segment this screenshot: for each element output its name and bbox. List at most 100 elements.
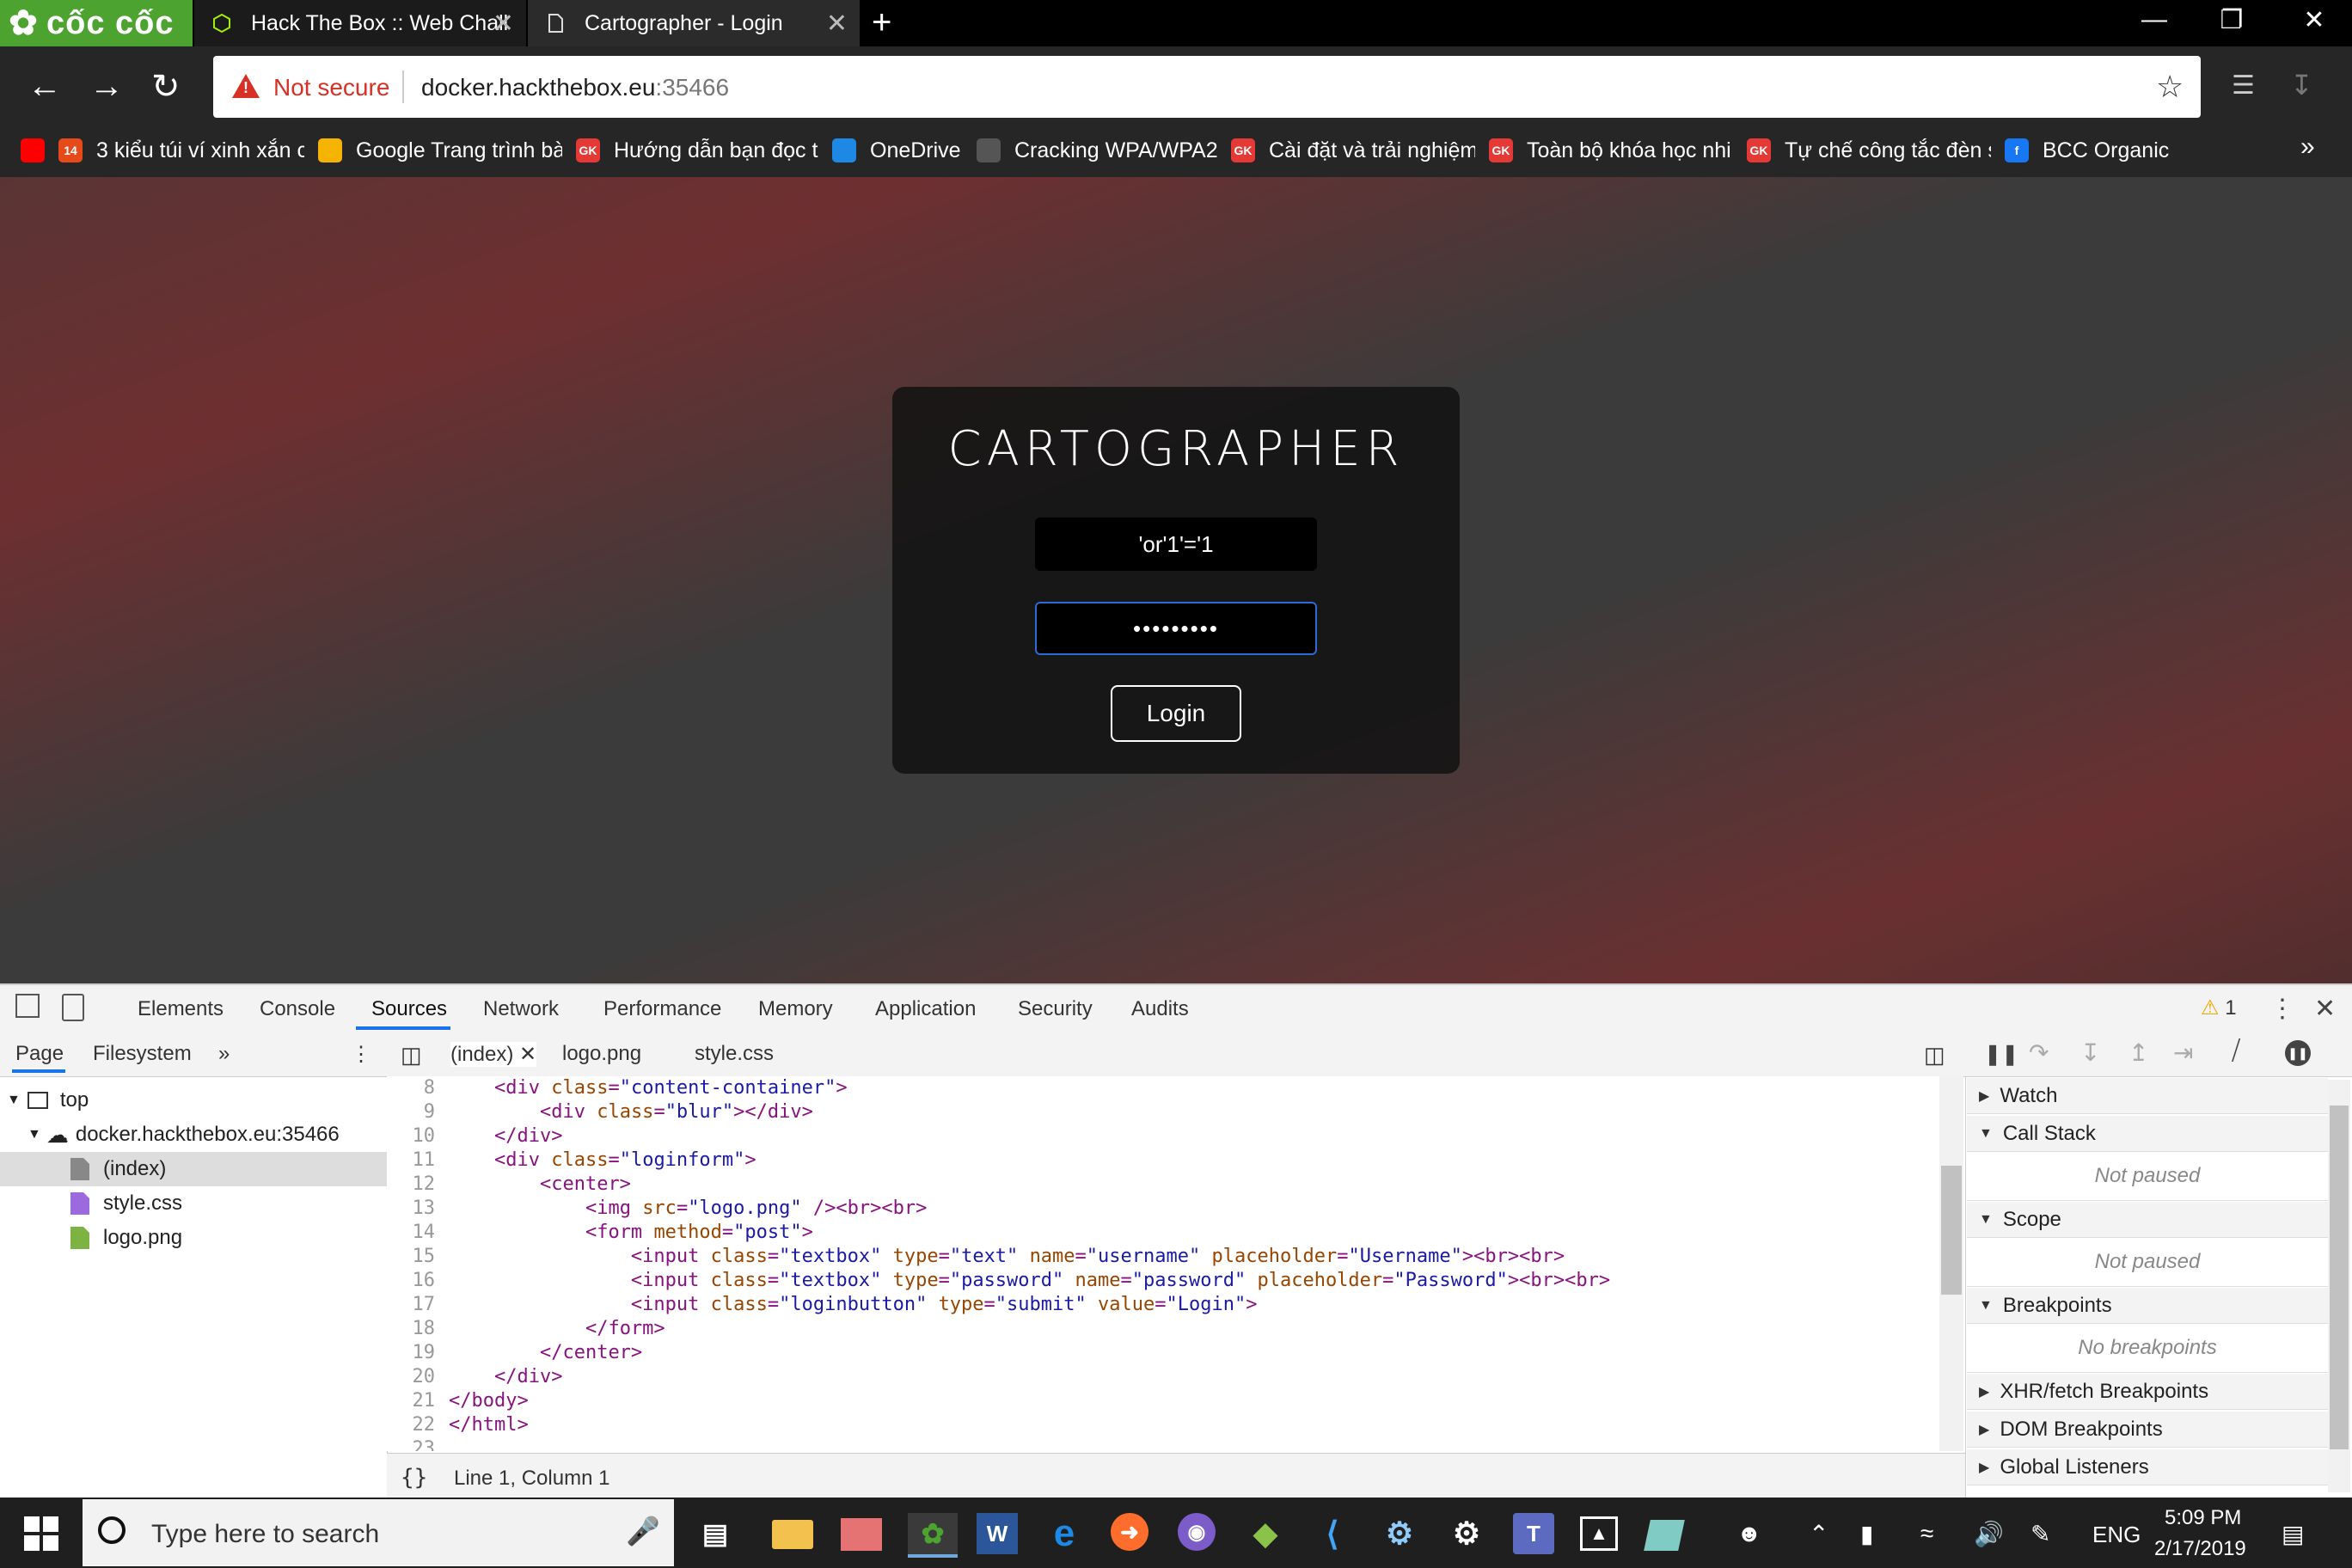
code-line[interactable]: 19 </center> (387, 1341, 1939, 1365)
code-line[interactable]: 10 </div> (387, 1124, 1939, 1148)
clock-date[interactable]: 2/17/2019 (2154, 1537, 2246, 1561)
security-indicator[interactable]: Not secure (273, 74, 389, 101)
section-global-listeners[interactable]: ▶ Global Listeners (1967, 1449, 2328, 1485)
line-number[interactable]: 12 (387, 1173, 436, 1197)
devtools-tab-audits[interactable]: Audits (1131, 997, 1189, 1021)
pen-icon[interactable]: ✎ (2030, 1520, 2050, 1548)
code-line[interactable]: 22 </html> (387, 1413, 1939, 1437)
bookmark-item[interactable]: f BCC Organic (2005, 124, 2177, 177)
step-into-icon[interactable]: ↧ (2080, 1038, 2100, 1067)
tree-item-logo-png[interactable]: logo.png (70, 1221, 182, 1255)
bookmark-item[interactable]: OneDrive (832, 124, 963, 177)
tab-close-icon[interactable]: ✕ (826, 9, 848, 39)
close-file-icon[interactable]: ✕ (519, 1043, 536, 1066)
step-icon[interactable]: ⇥ (2173, 1038, 2193, 1067)
vscode-icon[interactable]: ⟨ (1312, 1513, 1353, 1554)
editor-tab-style[interactable]: style.css (695, 1042, 774, 1066)
bookmark-item[interactable]: GK Cài đặt và trải nghiệm (1231, 124, 1475, 177)
wifi-icon[interactable]: ≈ (1920, 1520, 1933, 1547)
devtools-tab-network[interactable]: Network (483, 997, 559, 1021)
code-line[interactable]: 11 <div class="loginform"> (387, 1148, 1939, 1173)
bookmark-item[interactable]: GK Hướng dẫn bạn đọc tu (576, 124, 818, 177)
line-number[interactable]: 21 (387, 1389, 436, 1413)
tab-hackthebox[interactable]: Hack The Box :: Web Chall ✕ (194, 0, 526, 46)
toggle-navigator-icon[interactable]: ◫ (401, 1042, 422, 1069)
devtools-tab-sources[interactable]: Sources (371, 997, 447, 1021)
coccoc-taskbar-icon[interactable]: ✿ (908, 1513, 958, 1558)
file-explorer-icon[interactable] (772, 1520, 813, 1549)
forward-button[interactable]: → (89, 67, 124, 106)
pause-icon[interactable]: ❚❚ (1984, 1042, 2018, 1067)
line-number[interactable]: 10 (387, 1124, 436, 1148)
username-input[interactable]: 'or'1'='1 (1035, 518, 1317, 571)
edge-icon[interactable]: e (1044, 1512, 1085, 1554)
code-line[interactable]: 17 <input class="loginbutton" type="subm… (387, 1293, 1939, 1317)
restore-button[interactable]: ❐ (2206, 5, 2257, 35)
bookmark-star-icon[interactable]: ☆ (2156, 69, 2184, 105)
tree-item-host[interactable]: ▼ ☁ docker.hackthebox.eu:35466 (28, 1118, 340, 1152)
bookmark-item[interactable]: GK Toàn bộ khóa học nhi (1489, 124, 1733, 177)
bookmark-item[interactable]: Google Trang trình bà (318, 124, 562, 177)
devtools-tab-memory[interactable]: Memory (758, 997, 833, 1021)
browser-brand-menu[interactable]: ✿ cốc cốc (0, 0, 193, 46)
bookmark-item[interactable]: Cracking WPA/WPA2 | (977, 124, 1219, 177)
devtools-tab-application[interactable]: Application (875, 997, 976, 1021)
windows-start-icon[interactable] (24, 1516, 58, 1551)
line-number[interactable]: 17 (387, 1293, 436, 1317)
code-line[interactable]: 8 <div class="content-container"> (387, 1076, 1939, 1100)
word-icon[interactable]: W (977, 1513, 1018, 1554)
bookmark-item[interactable]: 14 3 kiểu túi ví xinh xắn c (58, 124, 304, 177)
pause-on-exceptions-icon[interactable]: ❚❚ (2285, 1040, 2311, 1066)
back-button[interactable]: ← (28, 67, 62, 106)
devtools-tab-performance[interactable]: Performance (603, 997, 721, 1021)
battery-icon[interactable]: ▮ (1860, 1520, 1873, 1548)
line-number[interactable]: 19 (387, 1341, 436, 1365)
code-line[interactable]: 15 <input class="textbox" type="text" na… (387, 1245, 1939, 1269)
editor-tab-index[interactable]: (index) ✕ (450, 1042, 537, 1067)
line-number[interactable]: 16 (387, 1269, 436, 1293)
code-editor[interactable]: 8 <div class="content-container"> 9 <div … (387, 1076, 1939, 1451)
show-hidden-icons[interactable]: ⌃ (1809, 1520, 1828, 1548)
line-number[interactable]: 23 (387, 1437, 436, 1451)
settings-gear-icon[interactable]: ⚙ (1446, 1513, 1487, 1554)
steam-icon[interactable]: ⚙ (1379, 1513, 1420, 1554)
volume-icon[interactable]: 🔊 (1974, 1520, 2004, 1548)
code-line[interactable]: 9 <div class="blur"></div> (387, 1100, 1939, 1124)
download-icon[interactable]: ↧ (2290, 69, 2313, 101)
code-line[interactable]: 20 </div> (387, 1365, 1939, 1389)
section-dom-breakpoints[interactable]: ▶ DOM Breakpoints (1967, 1412, 2328, 1448)
line-number[interactable]: 20 (387, 1365, 436, 1389)
device-toolbar-icon[interactable] (62, 994, 84, 1021)
reload-button[interactable]: ↻ (151, 67, 181, 107)
devtools-menu-icon[interactable]: ⋮ (2269, 994, 2295, 1024)
line-number[interactable]: 15 (387, 1245, 436, 1269)
tree-item-top[interactable]: ▼ top (7, 1083, 89, 1118)
code-line[interactable]: 18 </form> (387, 1317, 1939, 1341)
section-call-stack[interactable]: ▼ Call Stack (1967, 1116, 2328, 1152)
inspect-element-icon[interactable] (15, 994, 40, 1018)
scrollbar-thumb[interactable] (1941, 1166, 1962, 1295)
more-tabs-icon[interactable]: » (218, 1042, 230, 1066)
code-line[interactable]: 23 (387, 1437, 1939, 1451)
action-center-icon[interactable]: ▤ (2282, 1520, 2304, 1548)
password-input[interactable]: ••••••••• (1035, 602, 1317, 655)
devtools-tab-security[interactable]: Security (1018, 997, 1093, 1021)
tab-close-icon[interactable]: ✕ (493, 9, 514, 39)
line-number[interactable]: 14 (387, 1221, 436, 1245)
tab-page[interactable]: Page (15, 1042, 64, 1066)
section-xhr-breakpoints[interactable]: ▶ XHR/fetch Breakpoints (1967, 1374, 2328, 1410)
navigator-menu-icon[interactable]: ⋮ (351, 1042, 371, 1067)
login-button[interactable]: Login (1111, 685, 1241, 742)
editor-tab-logo[interactable]: logo.png (562, 1042, 641, 1066)
calendar-app-icon[interactable] (841, 1518, 882, 1551)
tab-cartographer[interactable]: Cartographer - Login ✕ (528, 0, 860, 46)
github-desktop-icon[interactable]: ◉ (1178, 1513, 1216, 1551)
close-devtools-icon[interactable]: ✕ (2314, 994, 2336, 1024)
tree-item-style-css[interactable]: style.css (70, 1186, 182, 1221)
debugger-scrollbar-thumb[interactable] (2330, 1106, 2349, 1449)
code-line[interactable]: 21 </body> (387, 1389, 1939, 1413)
section-breakpoints[interactable]: ▼ Breakpoints (1967, 1288, 2328, 1324)
line-number[interactable]: 18 (387, 1317, 436, 1341)
pretty-print-button[interactable]: {} (401, 1465, 427, 1491)
code-line[interactable]: 14 <form method="post"> (387, 1221, 1939, 1245)
